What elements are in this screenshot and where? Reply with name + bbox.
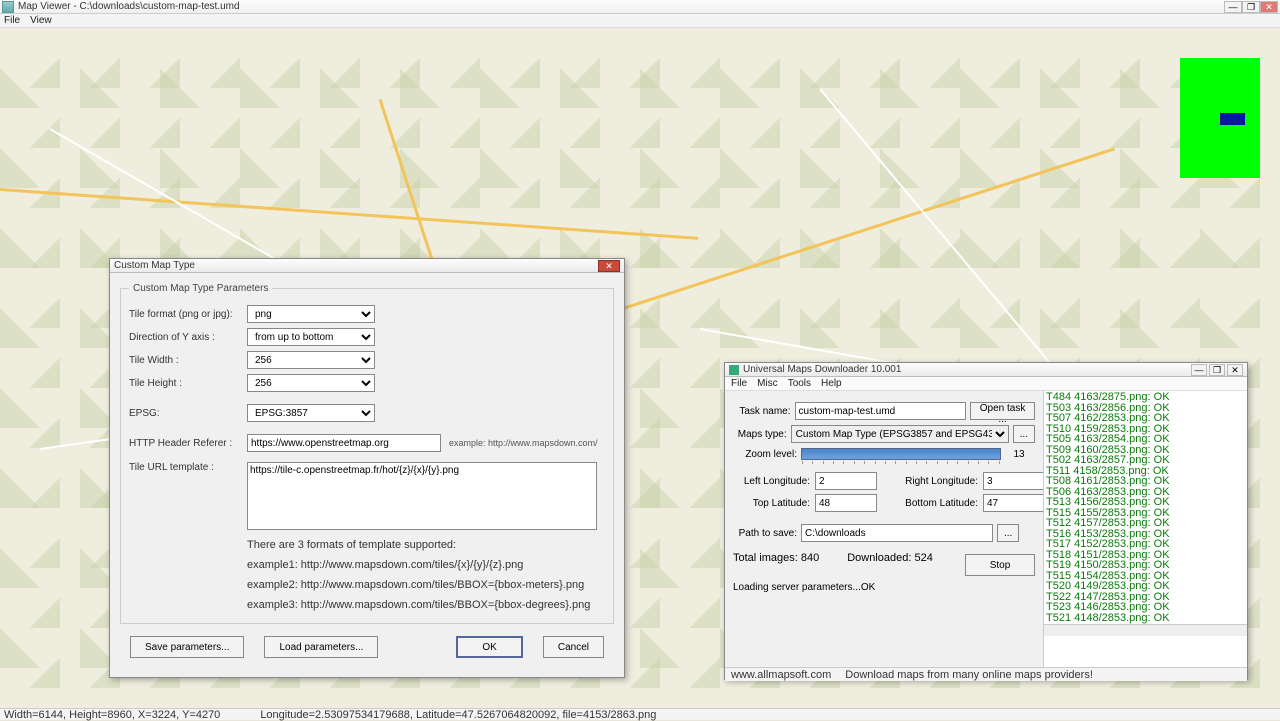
minimize-button[interactable]: — bbox=[1224, 1, 1242, 13]
main-menubar: File View bbox=[0, 14, 1280, 28]
url-template-label: Tile URL template : bbox=[129, 462, 247, 473]
umd-menu-tools[interactable]: Tools bbox=[788, 378, 811, 389]
left-lon-label: Left Longitude: bbox=[733, 476, 813, 487]
maps-type-select[interactable]: Custom Map Type (EPSG3857 and EPSG4326 s… bbox=[791, 425, 1009, 443]
right-lon-label: Right Longitude: bbox=[881, 476, 981, 487]
cancel-button[interactable]: Cancel bbox=[543, 636, 604, 658]
log-line: T505 4163/2854.png: OK bbox=[1046, 434, 1245, 445]
window-buttons: — ❐ ✕ bbox=[1224, 1, 1278, 13]
umd-menu-file[interactable]: File bbox=[731, 378, 747, 389]
umd-menubar: File Misc Tools Help bbox=[725, 377, 1247, 391]
log-line: T519 4150/2853.png: OK bbox=[1046, 560, 1245, 571]
maps-type-label: Maps type: bbox=[733, 429, 791, 440]
status-coordinates: Longitude=2.53097534179688, Latitude=47.… bbox=[260, 709, 656, 721]
zoom-level-label: Zoom level: bbox=[733, 449, 801, 460]
log-line: T517 4152/2853.png: OK bbox=[1046, 539, 1245, 550]
referer-label: HTTP Header Referer : bbox=[129, 438, 247, 449]
log-line: T521 4148/2853.png: OK bbox=[1046, 613, 1245, 624]
download-log[interactable]: T484 4163/2875.png: OKT503 4163/2856.png… bbox=[1044, 391, 1247, 624]
minimap-overlay bbox=[1180, 58, 1260, 178]
umd-window: Universal Maps Downloader 10.001 — ❐ ✕ F… bbox=[724, 362, 1248, 680]
y-direction-label: Direction of Y axis : bbox=[129, 332, 247, 343]
tile-width-label: Tile Width : bbox=[129, 355, 247, 366]
umd-maximize-button[interactable]: ❐ bbox=[1209, 364, 1225, 376]
open-task-button[interactable]: Open task ... bbox=[970, 402, 1035, 420]
right-lon-input[interactable] bbox=[983, 472, 1045, 490]
stop-button[interactable]: Stop bbox=[965, 554, 1035, 576]
maximize-button[interactable]: ❐ bbox=[1242, 1, 1260, 13]
close-button[interactable]: ✕ bbox=[1260, 1, 1278, 13]
cmt-titlebar[interactable]: Custom Map Type ✕ bbox=[110, 259, 624, 273]
maps-type-more-button[interactable]: ... bbox=[1013, 425, 1035, 443]
total-images-text: Total images: 840 bbox=[733, 552, 819, 578]
tile-width-select[interactable]: 256 bbox=[247, 351, 375, 369]
umd-app-icon bbox=[729, 365, 739, 375]
tile-format-label: Tile format (png or jpg): bbox=[129, 309, 247, 320]
footer-tagline: Download maps from many online maps prov… bbox=[845, 669, 1093, 681]
minimap-viewport bbox=[1220, 113, 1245, 125]
zoom-level-slider[interactable] bbox=[801, 448, 1001, 460]
umd-titlebar[interactable]: Universal Maps Downloader 10.001 — ❐ ✕ bbox=[725, 363, 1247, 377]
downloaded-text: Downloaded: 524 bbox=[847, 552, 933, 578]
log-line: T520 4149/2853.png: OK bbox=[1046, 581, 1245, 592]
footer-url: www.allmapsoft.com bbox=[731, 669, 831, 681]
umd-statusbar: www.allmapsoft.com Download maps from ma… bbox=[725, 667, 1247, 681]
log-scrollbar[interactable] bbox=[1044, 624, 1247, 636]
load-parameters-button[interactable]: Load parameters... bbox=[264, 636, 378, 658]
left-lon-input[interactable] bbox=[815, 472, 877, 490]
log-line: T513 4156/2853.png: OK bbox=[1046, 497, 1245, 508]
url-template-textarea[interactable]: https://tile-c.openstreetmap.fr/hot/{z}/… bbox=[247, 462, 597, 530]
task-name-label: Task name: bbox=[733, 406, 795, 417]
cmt-close-icon[interactable]: ✕ bbox=[598, 260, 620, 272]
log-line: T507 4162/2853.png: OK bbox=[1046, 413, 1245, 424]
umd-menu-help[interactable]: Help bbox=[821, 378, 842, 389]
umd-minimize-button[interactable]: — bbox=[1191, 364, 1207, 376]
path-browse-button[interactable]: ... bbox=[997, 524, 1019, 542]
referer-input[interactable] bbox=[247, 434, 441, 452]
task-name-input[interactable] bbox=[795, 402, 967, 420]
template-examples: There are 3 formats of template supporte… bbox=[247, 535, 605, 615]
epsg-label: EPSG: bbox=[129, 408, 247, 419]
tile-height-label: Tile Height : bbox=[129, 378, 247, 389]
bot-lat-input[interactable] bbox=[983, 494, 1045, 512]
app-icon bbox=[2, 1, 14, 13]
menu-file[interactable]: File bbox=[4, 15, 20, 26]
top-lat-input[interactable] bbox=[815, 494, 877, 512]
path-input[interactable] bbox=[801, 524, 993, 542]
referer-hint: example: http://www.mapsdown.com/ bbox=[449, 438, 598, 448]
bot-lat-label: Bottom Latitude: bbox=[881, 498, 981, 509]
log-line: T512 4157/2853.png: OK bbox=[1046, 518, 1245, 529]
status-dimensions: Width=6144, Height=8960, X=3224, Y=4270 bbox=[4, 709, 220, 721]
save-parameters-button[interactable]: Save parameters... bbox=[130, 636, 244, 658]
umd-close-button[interactable]: ✕ bbox=[1227, 364, 1243, 376]
umd-title: Universal Maps Downloader 10.001 bbox=[743, 364, 1189, 375]
ok-button[interactable]: OK bbox=[456, 636, 522, 658]
umd-form-panel: Task name: Open task ... Maps type: Cust… bbox=[725, 391, 1043, 667]
path-label: Path to save: bbox=[733, 528, 801, 539]
main-statusbar: Width=6144, Height=8960, X=3224, Y=4270 … bbox=[0, 708, 1280, 720]
cmt-parameters-group: Custom Map Type Parameters Tile format (… bbox=[120, 283, 614, 624]
log-line: T508 4161/2853.png: OK bbox=[1046, 476, 1245, 487]
umd-log-panel: T484 4163/2875.png: OKT503 4163/2856.png… bbox=[1043, 391, 1247, 667]
custom-map-type-dialog: Custom Map Type ✕ Custom Map Type Parame… bbox=[109, 258, 625, 678]
umd-menu-misc[interactable]: Misc bbox=[757, 378, 778, 389]
y-direction-select[interactable]: from up to bottom bbox=[247, 328, 375, 346]
zoom-level-value: 13 bbox=[1005, 449, 1033, 460]
epsg-select[interactable]: EPSG:3857 bbox=[247, 404, 375, 422]
menu-view[interactable]: View bbox=[30, 15, 52, 26]
loading-status: Loading server parameters...OK bbox=[733, 582, 1035, 593]
main-titlebar: Map Viewer - C:\downloads\custom-map-tes… bbox=[0, 0, 1280, 14]
log-line: T523 4146/2853.png: OK bbox=[1046, 602, 1245, 613]
top-lat-label: Top Latitude: bbox=[733, 498, 813, 509]
log-line: T502 4163/2857.png: OK bbox=[1046, 455, 1245, 466]
tile-format-select[interactable]: png bbox=[247, 305, 375, 323]
window-title: Map Viewer - C:\downloads\custom-map-tes… bbox=[18, 1, 1224, 12]
log-line: T484 4163/2875.png: OK bbox=[1046, 392, 1245, 403]
tile-height-select[interactable]: 256 bbox=[247, 374, 375, 392]
cmt-legend: Custom Map Type Parameters bbox=[129, 283, 272, 294]
cmt-title: Custom Map Type bbox=[114, 260, 598, 271]
